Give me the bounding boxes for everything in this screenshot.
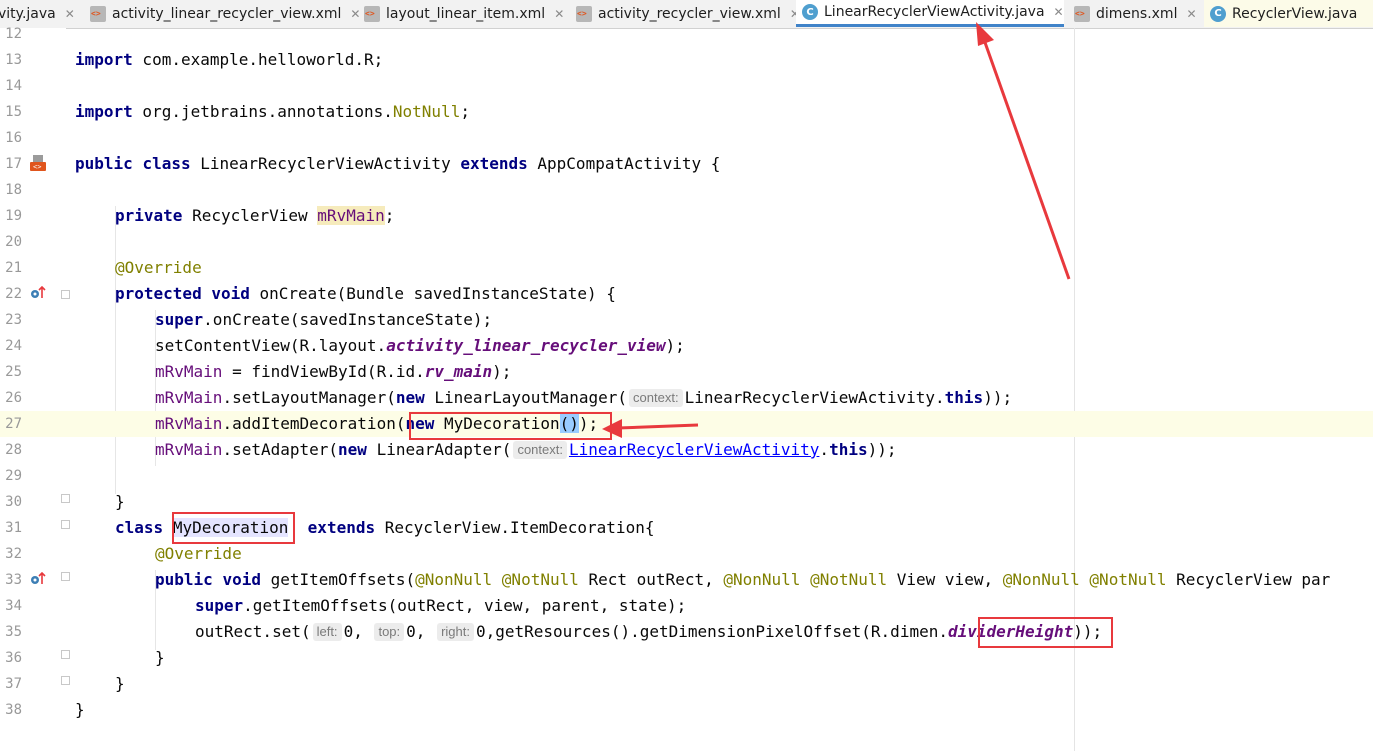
arrow-to-active-tab <box>976 22 1071 280</box>
annotation-arrows <box>602 22 1071 438</box>
arrow-to-new-mydecoration <box>602 419 699 438</box>
